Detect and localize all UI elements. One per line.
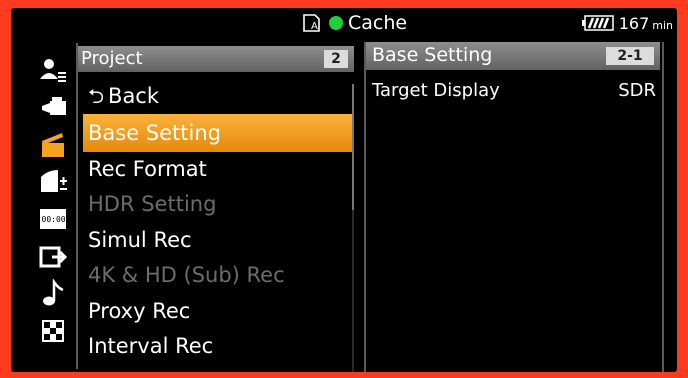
svg-text:00:00: 00:00	[42, 215, 66, 224]
media-status: A Cache	[301, 11, 407, 35]
menu-header-title: Project	[81, 48, 143, 69]
paint-look-icon[interactable]	[37, 167, 69, 195]
timecode-icon[interactable]: 00:00	[37, 205, 69, 233]
detail-row-label: Target Display	[372, 79, 500, 101]
menu-item-interval-rec[interactable]: Interval Rec	[78, 327, 348, 365]
menu-header: Project 2	[78, 46, 354, 72]
detail-panel: Base Setting 2-1 Target Display SDR	[364, 42, 664, 372]
detail-header-title: Base Setting	[372, 44, 493, 66]
detail-row-target-display: Target Display SDR	[372, 76, 656, 104]
output-icon[interactable]	[37, 243, 69, 271]
cache-label: Cache	[348, 12, 408, 34]
checker-maintenance-icon[interactable]	[37, 317, 69, 345]
camera-menu-screen: A Cache 167 min 00:00 Project 2 ⮌ Back B…	[11, 8, 677, 372]
menu-item-label: Proxy Rec	[88, 299, 191, 323]
menu-page-indicator: 2	[324, 50, 348, 68]
menu-item-label: 4K & HD (Sub) Rec	[88, 263, 285, 287]
menu-item-back[interactable]: ⮌ Back	[78, 77, 348, 115]
menu-item-label: Back	[108, 84, 160, 108]
menu-item-simul-rec[interactable]: Simul Rec	[78, 221, 348, 259]
menu-item-label: Base Setting	[88, 121, 222, 145]
svg-text:A: A	[311, 21, 318, 32]
menu-panel: Project 2 ⮌ Back Base Setting Rec Format …	[78, 46, 358, 372]
menu-item-label: Interval Rec	[88, 334, 214, 358]
battery-unit: min	[652, 18, 673, 32]
menu-item-rec-format[interactable]: Rec Format	[78, 150, 348, 188]
menu-item-hdr-setting: HDR Setting	[78, 185, 348, 223]
menu-item-label: Rec Format	[88, 157, 207, 181]
back-arrow-icon: ⮌	[88, 84, 105, 108]
audio-note-icon[interactable]	[37, 279, 69, 307]
user-menu-icon[interactable]	[37, 57, 69, 85]
battery-status: 167 min	[581, 11, 673, 35]
project-clapper-icon[interactable]	[37, 131, 69, 159]
menu-item-base-setting[interactable]: Base Setting	[83, 114, 353, 152]
menu-item-proxy-rec[interactable]: Proxy Rec	[78, 292, 348, 330]
camera-settings-icon[interactable]	[37, 93, 69, 121]
menu-item-label: HDR Setting	[88, 192, 217, 216]
detail-header: Base Setting 2-1	[366, 42, 660, 70]
cache-status-dot	[329, 16, 343, 30]
media-card-icon: A	[301, 13, 323, 33]
menu-scrollbar[interactable]	[352, 84, 354, 210]
detail-page-indicator: 2-1	[606, 47, 654, 65]
menu-item-label: Simul Rec	[88, 228, 192, 252]
menu-category-column: 00:00	[30, 43, 78, 369]
detail-row-value: SDR	[618, 79, 656, 101]
battery-remaining: 167	[618, 13, 650, 33]
battery-icon	[581, 15, 614, 31]
menu-item-4k-hd-sub-rec: 4K & HD (Sub) Rec	[78, 256, 348, 294]
